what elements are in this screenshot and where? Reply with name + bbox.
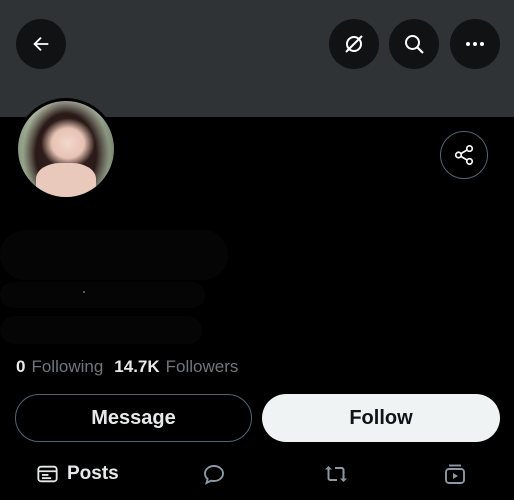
tab-reposts[interactable]: [323, 460, 349, 488]
avatar-photo: [18, 101, 114, 197]
reposts-icon: [325, 466, 347, 482]
search-icon: [405, 35, 424, 54]
tab-posts[interactable]: Posts: [36, 460, 119, 488]
share-icon: [454, 145, 474, 165]
media-icon: [445, 464, 465, 484]
following-count[interactable]: 0: [16, 357, 25, 377]
redacted-name: [0, 230, 228, 280]
redacted-bio: [0, 316, 202, 344]
profile-tabs: Posts: [0, 452, 514, 500]
arrow-left-icon: [33, 36, 49, 52]
redacted-handle: [0, 282, 205, 308]
hide-icon: [345, 35, 363, 53]
followers-count[interactable]: 14.7K: [114, 357, 159, 377]
follow-stats: 0 Following 14.7K Followers: [16, 357, 243, 377]
separator-dot: [83, 291, 85, 293]
hide-button[interactable]: [329, 19, 379, 69]
tab-posts-label: Posts: [67, 463, 119, 484]
followers-label[interactable]: Followers: [166, 357, 239, 377]
share-button[interactable]: [440, 131, 488, 179]
search-button[interactable]: [389, 19, 439, 69]
back-button[interactable]: [16, 19, 66, 69]
following-label[interactable]: Following: [31, 357, 103, 377]
tab-replies[interactable]: [202, 460, 226, 488]
more-icon: [466, 42, 484, 46]
message-button[interactable]: Message: [15, 394, 252, 442]
more-button[interactable]: [450, 19, 500, 69]
tab-media[interactable]: [443, 460, 467, 488]
avatar[interactable]: [15, 98, 117, 200]
posts-icon: [37, 465, 58, 483]
replies-icon: [204, 465, 224, 485]
follow-button[interactable]: Follow: [262, 394, 500, 442]
